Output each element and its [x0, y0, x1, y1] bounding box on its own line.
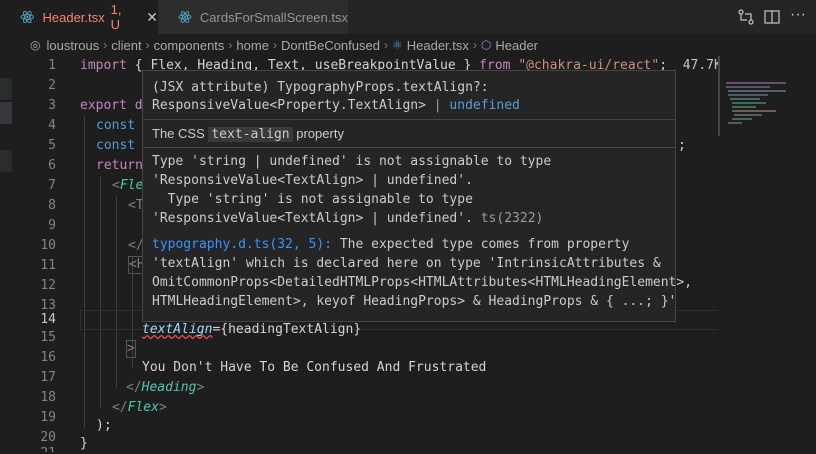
hover-error-line: Type 'string' is not assignable to type [152, 192, 473, 207]
hover-divider [143, 119, 675, 120]
minimap-row [734, 114, 762, 116]
code-line-tail: ; [678, 138, 686, 153]
tab-title: CardsForSmallScreen.tsx [199, 9, 348, 25]
hover-related-info: typography.d.ts(32, 5): The expected typ… [152, 237, 630, 252]
react-icon: ⚛ [391, 38, 403, 52]
line-number: 17 [40, 370, 56, 385]
indent-guide [116, 196, 117, 388]
code-line: textAlign={headingTextAlign} [142, 322, 362, 337]
line-number: 7 [48, 178, 56, 193]
minimap-row [726, 86, 770, 88]
hover-error-line: Type 'string | undefined' is not assigna… [152, 154, 552, 169]
tab-header-tsx[interactable]: Header.tsx 1, U ✕ [0, 0, 158, 34]
minimap-row [726, 82, 786, 84]
hover-divider [143, 147, 675, 148]
related-info-link[interactable]: typography.d.ts(32, 5): [152, 237, 332, 252]
line-number: 19 [40, 410, 56, 425]
chevron-right-icon: › [272, 38, 277, 52]
compare-changes-icon[interactable] [737, 8, 755, 26]
code-line: const [96, 118, 136, 133]
react-icon [20, 10, 35, 24]
hover-signature: (JSX attribute) TypographyProps.textAlig… [152, 80, 489, 95]
minimap-row [730, 98, 760, 100]
chevron-right-icon: › [228, 38, 233, 52]
chevron-right-icon: › [383, 38, 388, 52]
code-line: } [80, 436, 88, 451]
code-line: </Flex> [112, 400, 167, 415]
react-icon [178, 11, 192, 23]
breadcrumb-item[interactable]: components [154, 38, 225, 53]
line-number: 11 [40, 258, 56, 273]
hover-related-line: 'textAlign' which is declared here on ty… [152, 256, 661, 271]
line-number: 10 [40, 238, 56, 253]
minimap[interactable] [718, 56, 816, 452]
error-squiggle: textAlign [142, 322, 213, 337]
code-line: export d [80, 98, 143, 113]
hover-error-line: 'ResponsiveValue<TextAlign> | undefined'… [152, 173, 473, 188]
code-line: > [126, 340, 136, 358]
minimap-slider [718, 56, 720, 136]
hover-related-line: HTMLHeadingElement>, keyof HeadingProps>… [152, 294, 677, 309]
line-number: 5 [48, 138, 56, 153]
minimap-row [732, 118, 752, 120]
line-number: 3 [48, 98, 56, 113]
indent-guide [84, 116, 85, 428]
code-line: You Don't Have To Be Confused And Frustr… [142, 360, 487, 375]
line-number: 2 [48, 78, 56, 93]
explorer-sliver [0, 56, 22, 452]
line-number: 9 [48, 218, 56, 233]
more-actions-icon[interactable]: ··· [790, 6, 806, 24]
symbol-icon: ⬡ [480, 38, 492, 52]
breadcrumb-item[interactable]: Header [495, 38, 538, 53]
hover-related-line: OmitCommonProps<DetailedHTMLProps<HTMLAt… [152, 275, 693, 290]
breadcrumb-item[interactable]: DontBeConfused [281, 38, 380, 53]
minimap-row [732, 110, 776, 112]
line-number: 8 [48, 198, 56, 213]
hover-doc: The CSS text-align property [152, 126, 344, 142]
chevron-right-icon: › [103, 38, 108, 52]
line-number: 21 [22, 444, 56, 452]
breadcrumb: ◎ loustrous › client › components › home… [0, 34, 816, 56]
minimap-row [732, 106, 756, 108]
explorer-row [0, 102, 12, 124]
breadcrumb-item[interactable]: Header.tsx [407, 38, 469, 53]
minimap-row [728, 122, 742, 124]
code-line: ); [96, 418, 112, 433]
line-number: 1 [48, 58, 56, 73]
explorer-row [0, 78, 12, 100]
minimap-row [728, 90, 786, 92]
line-number: 4 [48, 118, 56, 133]
line-number: 6 [48, 158, 56, 173]
indent-guide [100, 176, 101, 408]
code-line: </Heading> [126, 380, 205, 395]
line-number: 16 [40, 350, 56, 365]
chevron-right-icon: › [145, 38, 150, 52]
code-line: return [96, 158, 143, 173]
line-number: 15 [40, 330, 56, 345]
explorer-row [0, 150, 12, 172]
close-icon[interactable]: ✕ [146, 9, 158, 26]
breadcrumb-item[interactable]: loustrous [46, 38, 99, 53]
import-size: 47.7K [682, 58, 722, 73]
tab-status: 1, U [110, 2, 122, 32]
line-number-active: 14 [40, 312, 56, 327]
breadcrumb-item[interactable]: client [111, 38, 141, 53]
hover-tooltip: (JSX attribute) TypographyProps.textAlig… [142, 70, 692, 322]
line-number: 12 [40, 278, 56, 293]
hover-signature-type: ResponsiveValue<Property.TextAlign> | un… [152, 98, 520, 113]
split-editor-icon[interactable] [763, 8, 781, 26]
chevron-right-icon: › [472, 38, 477, 52]
hover-error-line: 'ResponsiveValue<TextAlign> | undefined'… [152, 211, 544, 226]
breadcrumb-item[interactable]: home [236, 38, 269, 53]
minimap-row [728, 94, 768, 96]
minimap-row [732, 102, 766, 104]
folder-icon: ◎ [30, 38, 41, 52]
line-number: 18 [40, 390, 56, 405]
tab-cards-for-small-screen[interactable]: CardsForSmallScreen.tsx [158, 0, 348, 34]
code-line: const [96, 138, 136, 153]
tab-title: Header.tsx [42, 9, 105, 25]
